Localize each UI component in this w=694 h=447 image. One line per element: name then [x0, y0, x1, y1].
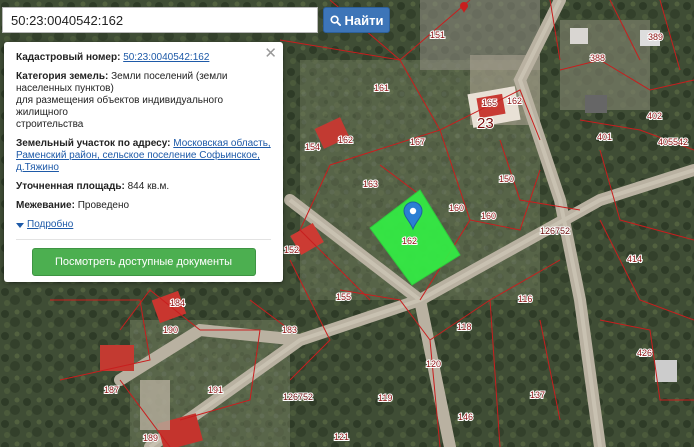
plot-label: 154: [305, 142, 320, 152]
search-input[interactable]: [9, 11, 311, 29]
details-link[interactable]: Подробно: [27, 219, 73, 231]
plot-label: 163: [363, 179, 378, 189]
divider: [16, 239, 271, 240]
land-category-row: Категория земель: Земли поселений (земли…: [16, 71, 271, 131]
category-value-line2: населенных пунктов): [16, 83, 114, 94]
plot-label: 120: [426, 359, 441, 369]
triangle-down-icon: [16, 222, 24, 228]
plot-label: 401: [597, 132, 612, 142]
survey-row: Межевание: Проведено: [16, 200, 271, 212]
road-label: 126752: [540, 226, 570, 236]
area-label: Уточненная площадь:: [16, 181, 125, 192]
plot-label: 191: [208, 385, 223, 395]
plot-label: 167: [410, 137, 425, 147]
address-link-line3[interactable]: д.Тяжино: [16, 162, 59, 173]
plot-label: 187: [104, 385, 119, 395]
parcel-info-popup: ✕ Кадастровый номер: 50:23:0040542:162 К…: [4, 42, 283, 282]
cadastral-label: Кадастровый номер:: [16, 52, 121, 63]
plot-label: 155: [336, 292, 351, 302]
map-pin-icon[interactable]: [459, 2, 469, 14]
search-button-label: Найти: [344, 12, 384, 28]
plot-label: 189: [143, 433, 158, 443]
address-label: Земельный участок по адресу:: [16, 138, 171, 149]
plot-label: 426: [637, 348, 652, 358]
plot-label: 402: [647, 111, 662, 121]
plot-label: 184: [170, 298, 185, 308]
plot-label: 137: [530, 390, 545, 400]
usage-line1: для размещения объектов индивидуального …: [16, 95, 224, 118]
category-label: Категория земель:: [16, 71, 109, 82]
view-documents-button[interactable]: Посмотреть доступные документы: [31, 248, 256, 276]
search-button[interactable]: Найти: [323, 7, 390, 33]
plot-label: 118: [457, 322, 471, 332]
plot-label: 162: [338, 135, 353, 145]
close-icon[interactable]: ✕: [264, 46, 277, 61]
plot-label: 116: [518, 294, 532, 304]
address-row: Земельный участок по адресу: Московская …: [16, 138, 271, 174]
plot-label: 162: [402, 236, 417, 246]
area-row: Уточненная площадь: 844 кв.м.: [16, 181, 271, 193]
plot-label: 161: [374, 83, 389, 93]
plot-label: 119: [378, 393, 392, 403]
plot-label: 162: [507, 96, 522, 106]
address-link-line2[interactable]: Раменский район, сельское поселение Софь…: [16, 150, 260, 161]
search-icon: [329, 14, 341, 26]
road-label: 126752: [283, 392, 313, 402]
address-link-line1[interactable]: Московская область,: [173, 138, 270, 149]
plot-label: 23: [477, 115, 494, 132]
plot-label: 150: [499, 174, 514, 184]
category-value-line1: Земли поселений (земли: [111, 71, 228, 82]
plot-label: 160: [481, 211, 496, 221]
plot-label: 165: [482, 98, 497, 108]
plot-label: 183: [282, 325, 297, 335]
details-toggle[interactable]: Подробно: [16, 219, 271, 231]
cadastral-number-link[interactable]: 50:23:0040542:162: [123, 52, 209, 63]
plot-label: 405542: [658, 137, 688, 147]
area-value: 844 кв.м.: [127, 181, 170, 192]
survey-value: Проведено: [77, 200, 130, 211]
plot-label: 121: [334, 432, 349, 442]
plot-label: 388: [590, 53, 605, 63]
cadastral-number-row: Кадастровый номер: 50:23:0040542:162: [16, 52, 271, 64]
plot-label: 152: [284, 245, 299, 255]
plot-label: 414: [627, 254, 642, 264]
plot-label: 160: [449, 203, 464, 213]
survey-label: Межевание:: [16, 200, 75, 211]
plot-label: 389: [648, 32, 663, 42]
plot-label: 190: [163, 325, 178, 335]
plot-label: 151: [430, 30, 445, 40]
usage-line2: строительства: [16, 119, 84, 130]
search-box[interactable]: [2, 7, 318, 33]
plot-label: 146: [458, 412, 473, 422]
